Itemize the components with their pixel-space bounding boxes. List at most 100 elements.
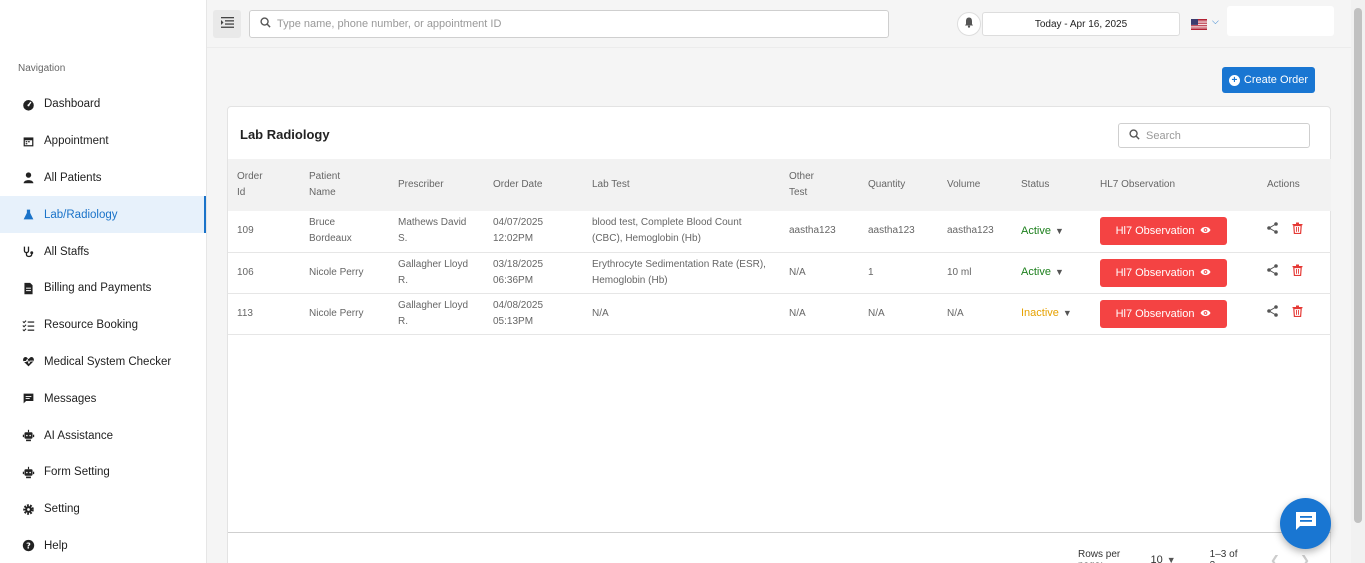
date-display[interactable]: Today - Apr 16, 2025 [982, 12, 1180, 36]
sidebar-item-label: Form Setting [44, 466, 110, 479]
sidebar-item-medical-system-checker[interactable]: Medical System Checker [0, 344, 206, 381]
sidebar-item-label: Lab/Radiology [44, 208, 118, 221]
share-icon[interactable] [1267, 304, 1278, 323]
sidebar-item-all-staffs[interactable]: All Staffs [0, 233, 206, 270]
column-header[interactable]: Volume [938, 159, 1012, 211]
sidebar-item-appointment[interactable]: Appointment [0, 123, 206, 160]
column-header[interactable]: Other Test [780, 159, 859, 211]
caret-down-icon: ▼ [1054, 225, 1064, 236]
hl7-observation-button[interactable]: Hl7 Observation [1100, 299, 1227, 328]
cell-order-date: 04/07/2025 12:02PM [493, 217, 544, 245]
sidebar-item-setting[interactable]: Setting [0, 491, 206, 528]
caret-down-icon[interactable]: ▼ [1167, 555, 1176, 563]
delete-icon[interactable] [1292, 305, 1303, 323]
rows-per-page-select[interactable]: 10 [1151, 554, 1163, 563]
menu-toggle-button[interactable] [213, 10, 241, 38]
pagination: Rows per page: 10 ▼ 1–3 of 3 ❮ ❯ [1078, 549, 1330, 563]
table-row[interactable]: 109 Bruce Bordeaux Mathews David S. 04/0… [228, 211, 1331, 252]
sidebar: Navigation Dashboard Appointment All Pat… [0, 0, 207, 563]
search-icon [260, 15, 271, 33]
cell-status: Inactive ▼ [1012, 293, 1091, 334]
sidebar-item-lab-radiology[interactable]: Lab/Radiology [0, 196, 206, 234]
column-header[interactable]: Status [1012, 159, 1091, 211]
chevron-down-icon[interactable]: ⌵ [1212, 16, 1219, 27]
cell-lab-test: blood test, Complete Blood Count (CBC), … [592, 217, 742, 245]
cell-order-id: 113 [237, 307, 253, 319]
sidebar-item-label: Dashboard [44, 98, 101, 111]
vertical-scrollbar[interactable] [1351, 0, 1365, 563]
status-dropdown[interactable]: Inactive ▼ [1021, 305, 1072, 321]
robot-icon [21, 429, 35, 443]
scrollbar-thumb[interactable] [1354, 8, 1362, 523]
cell-prescriber: Mathews David S. [398, 217, 467, 245]
chevron-right-icon[interactable]: ❯ [1300, 553, 1310, 563]
cell-patient: Bruce Bordeaux [309, 217, 352, 245]
share-icon[interactable] [1267, 222, 1278, 240]
stethoscope-icon [21, 245, 35, 259]
help-icon: ? [21, 539, 35, 553]
global-search-input[interactable] [277, 18, 857, 30]
menu-collapse-icon [220, 15, 234, 33]
column-header[interactable]: Quantity [859, 159, 938, 211]
cell-volume: N/A [947, 307, 964, 319]
cell-quantity: aastha123 [868, 225, 915, 237]
chevron-left-icon[interactable]: ❮ [1270, 553, 1280, 563]
create-order-label: Create Order [1243, 74, 1309, 86]
cell-volume: 10 ml [947, 266, 972, 278]
sidebar-item-form-setting[interactable]: Form Setting [0, 454, 206, 491]
calendar-icon [21, 134, 35, 148]
profile-menu[interactable] [1227, 6, 1334, 36]
topbar: Today - Apr 16, 2025 ⌵ [207, 0, 1351, 48]
heart-pulse-icon [21, 355, 35, 369]
cell-other-test: N/A [789, 266, 806, 278]
delete-icon[interactable] [1292, 222, 1303, 240]
sidebar-item-messages[interactable]: Messages [0, 380, 206, 417]
message-icon [21, 392, 35, 406]
hl7-observation-button[interactable]: Hl7 Observation [1100, 217, 1227, 246]
table-search-input[interactable] [1146, 129, 1296, 142]
eye-icon [1200, 308, 1211, 320]
sidebar-item-all-patients[interactable]: All Patients [0, 160, 206, 197]
sidebar-item-label: All Staffs [44, 245, 90, 258]
sidebar-item-billing-payments[interactable]: Billing and Payments [0, 270, 206, 307]
global-search[interactable] [249, 10, 889, 38]
chat-button[interactable] [1280, 498, 1331, 549]
column-header: Actions [1267, 179, 1300, 190]
sidebar-item-ai-assistance[interactable]: AI Assistance [0, 417, 206, 454]
sidebar-item-label: All Patients [44, 171, 102, 184]
column-header[interactable]: Lab Test [583, 159, 780, 211]
delete-icon[interactable] [1292, 264, 1303, 282]
column-header[interactable]: HL7 Observation [1091, 159, 1243, 211]
robot-icon [21, 465, 35, 479]
us-flag-icon[interactable] [1191, 17, 1207, 30]
sidebar-item-dashboard[interactable]: Dashboard [0, 86, 206, 123]
hl7-observation-button[interactable]: Hl7 Observation [1100, 258, 1227, 287]
status-dropdown[interactable]: Active ▼ [1021, 264, 1064, 280]
caret-down-icon: ▼ [1062, 308, 1072, 318]
status-dropdown[interactable]: Active ▼ [1021, 223, 1064, 239]
table-search[interactable] [1118, 123, 1310, 148]
cell-actions [1243, 211, 1331, 252]
cell-patient: Nicole Perry [309, 307, 364, 319]
column-header[interactable]: Order Id [228, 159, 300, 211]
column-header[interactable]: Patient Name [300, 159, 389, 211]
cell-status: Active ▼ [1012, 252, 1091, 293]
sidebar-item-help[interactable]: ? Help [0, 528, 206, 563]
svg-text:?: ? [26, 541, 31, 551]
cell-order-id: 109 [237, 225, 254, 237]
orders-table: Order Id Patient Name Prescriber Order D… [228, 159, 1331, 335]
invoice-icon [21, 281, 35, 295]
create-order-button[interactable]: + Create Order [1222, 67, 1315, 93]
sidebar-item-label: Appointment [44, 135, 109, 148]
cell-quantity: 1 [868, 266, 874, 278]
column-header[interactable]: Prescriber [389, 159, 484, 211]
column-header[interactable]: Order Date [484, 159, 583, 211]
plus-circle-icon: + [1228, 74, 1240, 86]
share-icon[interactable] [1267, 263, 1278, 282]
table-row[interactable]: 106 Nicole Perry Gallagher Lloyd R. 03/1… [228, 252, 1331, 293]
notifications-button[interactable] [957, 12, 981, 36]
page-title: Lab Radiology [240, 127, 330, 142]
table-row[interactable]: 113 Nicole Perry Gallagher Lloyd R. 04/0… [228, 293, 1331, 334]
lab-radiology-card: Lab Radiology Order Id Patient Name Pres… [227, 106, 1331, 563]
sidebar-item-resource-booking[interactable]: Resource Booking [0, 307, 206, 344]
